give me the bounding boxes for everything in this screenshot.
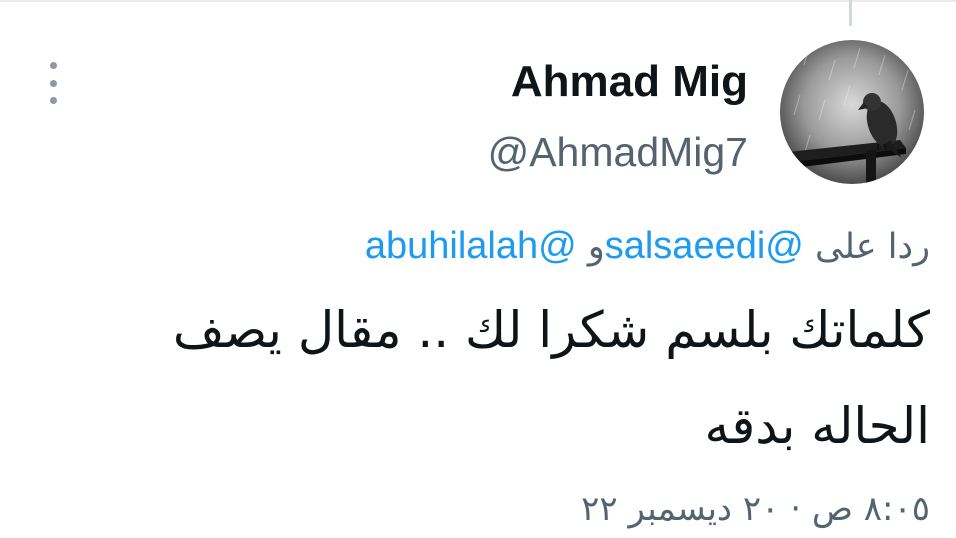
replying-to-connector: و [587, 227, 605, 267]
top-divider [0, 0, 956, 2]
bird-in-rain-icon [780, 40, 924, 184]
author-display-name[interactable]: Ahmad Mig [511, 56, 748, 108]
more-options-button[interactable] [40, 62, 66, 104]
mention-link-salsaeedi[interactable]: @salsaeedi [605, 225, 804, 267]
replying-to-prefix: ردا على [815, 227, 930, 267]
more-vertical-icon-dot [49, 79, 57, 87]
replying-to: ردا على @salsaeediو @abuhilalah [365, 222, 930, 271]
more-vertical-icon-dot [49, 62, 57, 69]
avatar[interactable] [780, 40, 924, 184]
thread-connector-line [849, 0, 852, 26]
tweet-text: كلماتك بلسم شكرا لك .. مقال يصف الحاله ب… [172, 301, 930, 455]
tweet-timestamp[interactable]: ٨:٠٥ ص · ٢٠ ديسمبر ٢٢ [581, 486, 930, 532]
more-vertical-icon-dot [49, 97, 57, 104]
mention-link-abuhilalah[interactable]: @abuhilalah [365, 225, 577, 267]
author-handle[interactable]: @AhmadMig7 [488, 127, 748, 177]
